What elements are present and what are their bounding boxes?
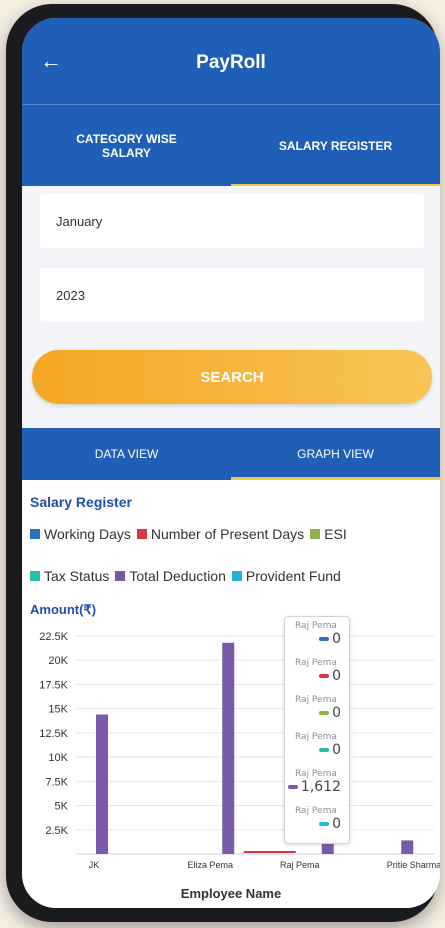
tab-label: SALARY REGISTER [278,139,393,153]
tab-label: CATEGORY WISE SALARY [76,132,177,160]
y-tick-label: 12.5K [39,728,68,740]
x-tick-label: JK [89,860,100,870]
bar [222,642,235,854]
tooltip-row: Raj Pema 1,612 [285,769,349,795]
tooltip-category: Raj Pema [295,769,337,779]
app-screen: ← PayRoll CATEGORY WISE SALARY SALARY RE… [22,18,440,908]
bar-chart: 22.5K 20K 17.5K 15K 12.5K 10K 7.5K 5K 2.5K JK Eliz… [39,631,440,870]
legend-label: ESI [324,526,347,542]
tooltip-value: 0 [285,705,349,721]
y-tick-label: 20K [48,655,68,667]
legend-label: Provident Fund [245,568,341,584]
legend-swatch [310,529,321,539]
tab-graph-view[interactable]: GRAPH VIEW [231,428,440,480]
tooltip-category: Raj Pema [295,621,337,631]
x-axis-title: Employee Name [180,886,282,901]
tooltip-value: 0 [285,816,349,832]
tooltip-category: Raj Pema [295,732,337,742]
tooltip-row: Raj Pema 0 [285,658,349,684]
top-tab-bar: CATEGORY WISE SALARY SALARY REGISTER [22,104,440,187]
legend-item[interactable]: Total Deduction [115,568,226,584]
legend-label: Tax Status [44,568,110,584]
tooltip-number: 1,612 [300,779,341,795]
tooltip-row: Raj Pema 0 [285,732,349,758]
tooltip-number: 0 [332,705,341,721]
tooltip-number: 0 [332,816,341,832]
tooltip-row: Raj Pema 0 [285,695,349,721]
tab-label: GRAPH VIEW [297,447,374,461]
y-tick-label: 22.5K [39,631,68,643]
tooltip-value: 0 [285,668,349,684]
tab-label: DATA VIEW [94,447,159,461]
tooltip-swatch [319,822,330,826]
y-tick-label: 5K [55,801,69,813]
legend-label: Working Days [44,526,131,542]
tooltip-number: 0 [332,742,341,758]
y-tick-label: 2.5K [45,825,68,837]
search-button[interactable]: SEARCH [32,350,432,404]
y-tick-label: 15K [48,704,68,716]
graph-content: Salary Register Working Days Number of P… [22,480,440,908]
bar [96,714,108,854]
phone-frame: ← PayRoll CATEGORY WISE SALARY SALARY RE… [6,4,440,922]
legend-item[interactable]: Provident Fund [231,568,341,584]
month-field[interactable]: January [40,194,424,248]
legend-item[interactable]: Working Days [30,526,131,542]
tooltip-swatch [319,748,330,752]
y-axis-title: Amount(₹) [30,602,97,617]
tooltip-swatch [319,711,330,715]
section-title: Salary Register [30,494,132,510]
x-tick-label: Raj Pema [280,860,320,870]
tooltip-swatch [287,785,298,789]
chart-tooltip: Raj Pema 0 Raj Pema 0 Raj Pema 0 Raj Pema 0 Raj … [284,616,350,844]
tooltip-swatch [319,674,330,678]
year-field[interactable]: 2023 [40,268,424,322]
tooltip-row: Raj Pema 0 [285,621,349,647]
tooltip-number: 0 [332,668,341,684]
tooltip-swatch [319,637,330,641]
bar [401,840,414,854]
x-tick-label: Pritie Sharma [387,860,440,870]
app-bar: ← PayRoll [22,18,440,104]
tooltip-number: 0 [332,631,341,647]
tooltip-category: Raj Pema [295,806,337,816]
tab-salary-register[interactable]: SALARY REGISTER [231,105,440,187]
tooltip-row: Raj Pema 0 [285,806,349,832]
tooltip-value: 1,612 [285,779,349,795]
legend-label: Total Deduction [129,568,226,584]
tooltip-value: 0 [285,742,349,758]
tab-data-view[interactable]: DATA VIEW [22,428,231,480]
tooltip-value: 0 [285,631,349,647]
y-tick-label: 10K [48,752,68,764]
legend-row-1: Working Days Number of Present Days ESI [30,526,353,542]
tab-category-wise-salary[interactable]: CATEGORY WISE SALARY [22,105,231,187]
page-title: PayRoll [196,52,266,73]
y-tick-label: 17.5K [39,679,68,691]
legend-swatch [231,571,242,581]
legend-swatch [115,571,126,581]
view-tab-bar: DATA VIEW GRAPH VIEW [22,428,440,480]
legend-item[interactable]: Tax Status [30,568,109,584]
tooltip-category: Raj Pema [295,695,337,705]
legend-label: Number of Present Days [150,526,305,542]
legend-item[interactable]: ESI [310,526,347,542]
x-tick-label: Eliza Pema [187,860,233,870]
legend-swatch [30,571,40,581]
tooltip-category: Raj Pema [295,658,337,668]
legend-item[interactable]: Number of Present Days [136,526,305,542]
legend-swatch [136,529,147,539]
legend-swatch [30,529,40,539]
y-tick-label: 7.5K [45,776,68,788]
legend-row-2: Tax Status Total Deduction Provident Fun… [30,568,347,584]
